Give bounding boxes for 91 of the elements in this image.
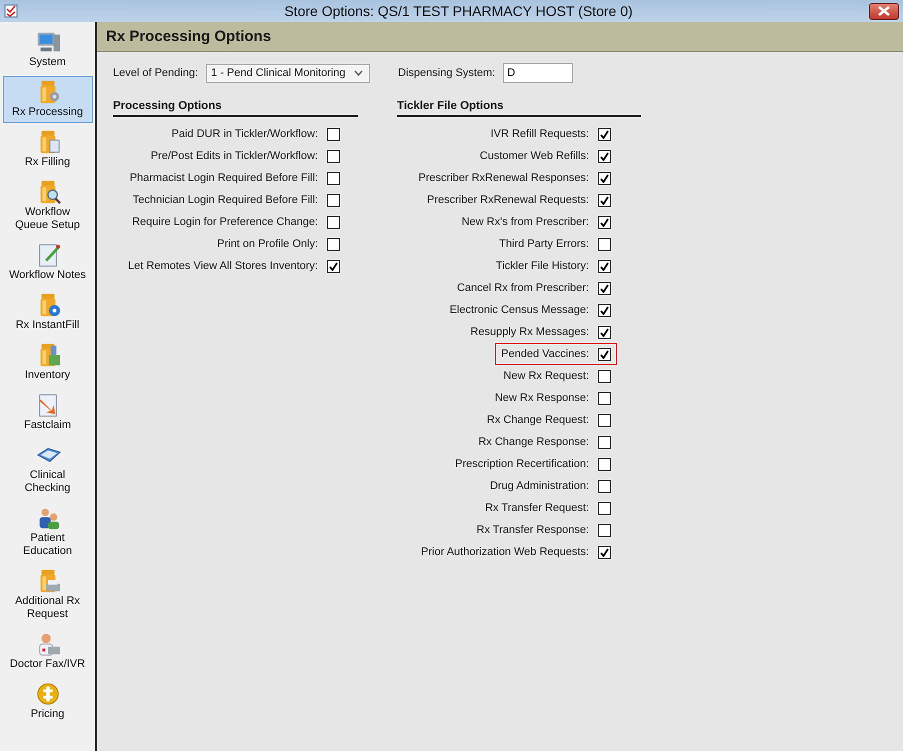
checkmark-icon xyxy=(600,350,609,358)
checkbox-label: Rx Transfer Request: xyxy=(485,502,589,514)
sidebar-item[interactable]: Pricing xyxy=(2,678,92,725)
checkbox[interactable] xyxy=(598,150,611,162)
checkbox[interactable] xyxy=(598,348,611,360)
checkbox[interactable] xyxy=(327,238,340,250)
checkbox[interactable] xyxy=(598,216,611,228)
panel-header: Rx Processing Options xyxy=(97,22,903,52)
app-icon xyxy=(4,4,18,18)
sidebar-item[interactable]: Workflow Queue Setup xyxy=(2,176,92,236)
checkbox[interactable] xyxy=(598,370,611,382)
checkbox-label: New Rx Request: xyxy=(503,370,589,382)
checkbox[interactable] xyxy=(327,216,340,228)
close-icon xyxy=(878,6,890,16)
checkbox-label: Paid DUR in Tickler/Workflow: xyxy=(172,128,318,140)
checkbox-label: New Rx's from Prescriber: xyxy=(462,216,589,228)
checkmark-icon xyxy=(600,196,609,204)
checkbox[interactable] xyxy=(598,194,611,206)
checkbox-label: New Rx Response: xyxy=(494,392,589,404)
checkbox[interactable] xyxy=(598,128,611,140)
checkbox[interactable] xyxy=(598,502,611,514)
sidebar-item[interactable]: Rx InstantFill xyxy=(2,289,92,336)
checkbox-label: Resupply Rx Messages: xyxy=(470,326,589,338)
checkmark-icon xyxy=(600,174,609,182)
checkmark-icon xyxy=(600,328,609,336)
sidebar-item[interactable]: Doctor Fax/IVR xyxy=(2,628,92,675)
checkbox[interactable] xyxy=(327,260,340,272)
sidebar-item[interactable]: Rx Filling xyxy=(2,126,92,173)
checkbox-label: Tickler File History: xyxy=(496,260,589,272)
checkbox[interactable] xyxy=(598,480,611,492)
checkmark-icon xyxy=(600,306,609,314)
sidebar-item[interactable]: Additional Rx Request xyxy=(2,565,92,625)
checkbox-label: IVR Refill Requests: xyxy=(490,128,589,140)
checkbox[interactable] xyxy=(598,326,611,338)
checkbox[interactable] xyxy=(598,238,611,250)
checkbox-label: Rx Transfer Response: xyxy=(476,524,589,536)
checkbox[interactable] xyxy=(598,172,611,184)
checkbox[interactable] xyxy=(598,282,611,294)
checkmark-icon xyxy=(600,218,609,226)
checkbox-label: Pharmacist Login Required Before Fill: xyxy=(130,172,318,184)
window-title: Store Options: QS/1 TEST PHARMACY HOST (Store 0) xyxy=(283,3,634,19)
checkbox[interactable] xyxy=(598,414,611,426)
checkbox[interactable] xyxy=(598,546,611,558)
checkbox-label: Third Party Errors: xyxy=(499,238,589,250)
sidebar-item[interactable]: Clinical Checking xyxy=(2,439,92,499)
close-button[interactable] xyxy=(869,2,899,20)
chevron-icon xyxy=(354,70,364,76)
checkmark-icon xyxy=(329,262,338,270)
checkbox[interactable] xyxy=(598,524,611,536)
checkmark-icon xyxy=(600,284,609,292)
sidebar-item[interactable]: Inventory xyxy=(2,339,92,386)
checkbox[interactable] xyxy=(327,128,340,140)
sidebar-item[interactable]: Patient Education xyxy=(2,502,92,562)
checkbox[interactable] xyxy=(598,304,611,316)
checkbox[interactable] xyxy=(598,392,611,404)
checkbox[interactable] xyxy=(598,260,611,272)
section-heading: Processing Options xyxy=(113,100,358,117)
sidebar-item[interactable]: System xyxy=(2,26,92,73)
checkbox[interactable] xyxy=(327,194,340,206)
checkbox-label: Technician Login Required Before Fill: xyxy=(132,194,318,206)
checkbox-label: Prior Authorization Web Requests: xyxy=(421,546,589,558)
checkmark-icon xyxy=(600,548,609,556)
checkbox-label: Print on Profile Only: xyxy=(217,238,318,250)
checkbox[interactable] xyxy=(327,172,340,184)
checkbox-label: Rx Change Request: xyxy=(486,414,589,426)
checkbox-label: Rx Change Response: xyxy=(478,436,589,448)
field-label: Level of Pending: xyxy=(113,67,198,79)
section-heading: Tickler File Options xyxy=(397,100,641,117)
field-label: Dispensing System: xyxy=(398,67,496,79)
checkbox[interactable] xyxy=(598,458,611,470)
input-field[interactable]: D xyxy=(503,63,574,83)
checkbox[interactable] xyxy=(327,150,340,162)
checkbox-label: Prescription Recertification: xyxy=(455,458,589,470)
checkmark-icon xyxy=(600,262,609,270)
sidebar-item[interactable]: Fastclaim xyxy=(2,389,92,436)
sidebar-item[interactable]: Workflow Notes xyxy=(2,239,92,286)
checkbox-label: Pended Vaccines: xyxy=(501,348,589,360)
sidebar-item[interactable]: Rx Processing xyxy=(2,76,92,123)
checkbox-label: Electronic Census Message: xyxy=(450,304,589,316)
checkmark-icon xyxy=(600,152,609,160)
checkbox-label: Require Login for Preference Change: xyxy=(132,216,318,228)
checkbox-label: Drug Administration: xyxy=(490,480,589,492)
checkbox-label: Prescriber RxRenewal Requests: xyxy=(426,194,589,206)
checkbox-label: Customer Web Refills: xyxy=(480,150,589,162)
checkbox-label: Cancel Rx from Prescriber: xyxy=(456,282,589,294)
level-dropdown[interactable]: 1 - Pend Clinical Monitoring xyxy=(206,64,370,82)
checkbox-label: Pre/Post Edits in Tickler/Workflow: xyxy=(150,150,318,162)
checkmark-icon xyxy=(600,130,609,138)
checkbox-label: Let Remotes View All Stores Inventory: xyxy=(128,260,318,272)
checkbox[interactable] xyxy=(598,436,611,448)
checkbox-label: Prescriber RxRenewal Responses: xyxy=(418,172,589,184)
